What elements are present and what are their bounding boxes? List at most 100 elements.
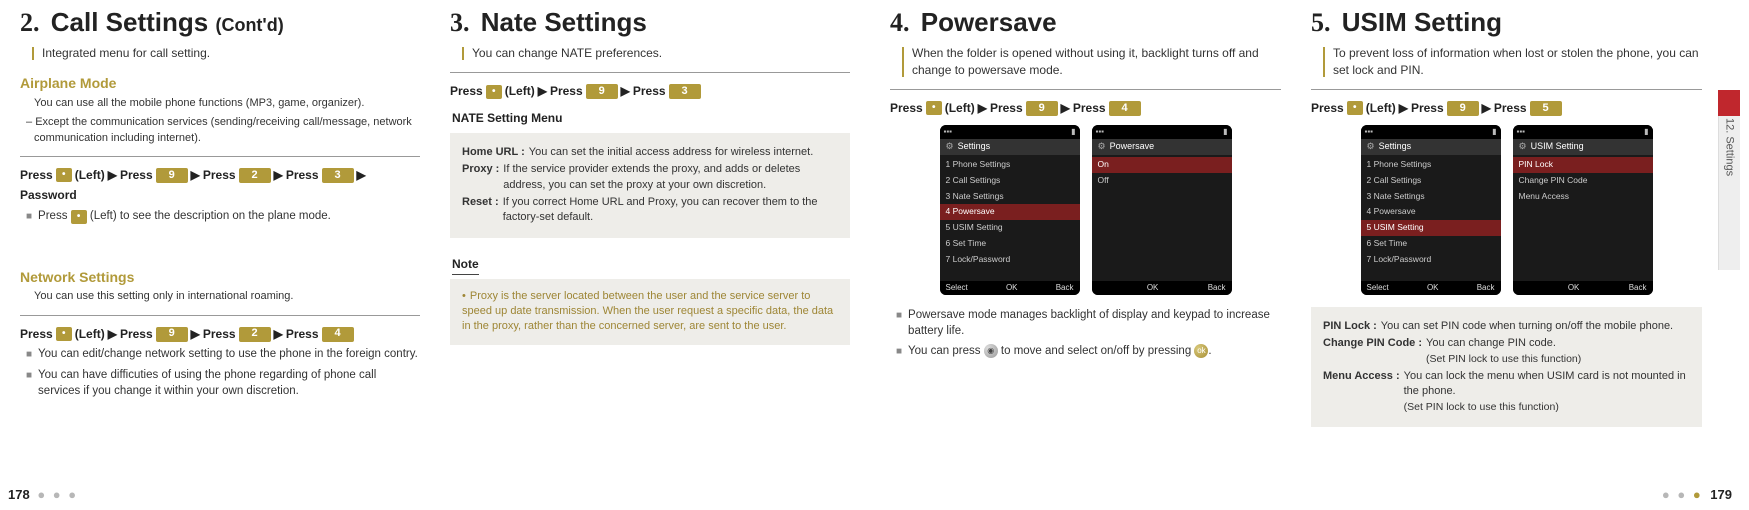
title-bar: ⚙Powersave	[1092, 139, 1232, 155]
def-proxy: Proxy : If the service provider extends …	[462, 162, 838, 193]
powersave-bullet-2: ■ You can press ◉ to move and select on/…	[896, 343, 1281, 359]
press-label: Press	[120, 326, 153, 343]
section-3-name: Nate Settings	[481, 7, 647, 37]
powersave-b1-text: Powersave mode manages backlight of disp…	[908, 307, 1281, 339]
key-2-icon: 2	[239, 168, 271, 183]
soft-right: Back	[1629, 282, 1647, 293]
battery-icon: ▮	[1071, 126, 1075, 137]
signal-icon: ▪▪▪	[1365, 126, 1374, 137]
center-key-icon: •	[56, 168, 72, 182]
arrow-icon: ▶	[191, 326, 200, 343]
section-2-intro: Integrated menu for call setting.	[42, 45, 420, 62]
soft-right: Back	[1477, 282, 1495, 293]
soft-center: OK	[1568, 282, 1580, 293]
press-label: Press	[1494, 100, 1527, 117]
key-5-icon: 5	[1530, 101, 1562, 116]
screen-title: Settings	[958, 140, 991, 153]
note-label: Note	[452, 256, 479, 275]
proxy-key: Proxy :	[462, 162, 499, 193]
press-label: Press	[20, 167, 53, 184]
network-bullet-1: ■ You can edit/change network setting to…	[26, 346, 420, 362]
section-3-num: 3.	[450, 8, 470, 37]
separator	[1311, 89, 1702, 90]
phone-menu: 1 Phone Settings2 Call Settings3 Nate Se…	[940, 155, 1080, 270]
ok-circle-icon: ok	[1194, 344, 1208, 358]
press-label: Press	[450, 83, 483, 100]
menu-item: Off	[1092, 173, 1232, 189]
title-bar: ⚙USIM Setting	[1513, 139, 1653, 155]
airplane-mode-heading: Airplane Mode	[20, 74, 420, 94]
usim-defs-box: PIN Lock : You can set PIN code when tur…	[1311, 307, 1702, 427]
title-bar: ⚙ Settings	[940, 139, 1080, 155]
left-label: (Left)	[945, 100, 975, 117]
side-tab-label: 12. Settings	[1724, 118, 1736, 176]
gear-icon: ⚙	[946, 140, 954, 153]
password-label: Password	[20, 187, 77, 204]
press-label: Press	[633, 83, 666, 100]
separator	[890, 89, 1281, 90]
section-3: 3. Nate Settings You can change NATE pre…	[450, 0, 850, 403]
section-4-name: Powersave	[921, 7, 1057, 37]
page-number-left: 178 ● ● ●	[8, 487, 82, 502]
gear-icon: ⚙	[1519, 140, 1527, 153]
page-dots-icon: ● ● ●	[1662, 487, 1703, 502]
center-key-icon: •	[926, 101, 942, 115]
separator	[20, 156, 420, 157]
press-label: Press	[20, 326, 53, 343]
key-4-icon: 4	[1109, 101, 1141, 116]
square-bullet-icon: ■	[26, 210, 32, 224]
network-desc: You can use this setting only in interna…	[34, 289, 420, 304]
network-b2-text: You can have difficuties of using the ph…	[38, 367, 420, 399]
section-4-intro: When the folder is opened without using …	[912, 45, 1281, 79]
menu-item: 3 Nate Settings	[940, 189, 1080, 205]
airplane-desc2-wrap: – Except the communication services (sen…	[34, 115, 420, 146]
key-2-icon: 2	[239, 327, 271, 342]
left-label: (Left)	[75, 326, 105, 343]
phone-menu: 1 Phone Settings2 Call Settings3 Nate Se…	[1361, 155, 1501, 270]
title-bar: ⚙Settings	[1361, 139, 1501, 155]
powersave-b2-text: You can press ◉ to move and select on/of…	[908, 343, 1212, 359]
signal-icon: ▪▪▪	[1517, 126, 1526, 137]
menu-item: 7 Lock/Password	[1361, 252, 1501, 268]
menu-item: 7 Lock/Password	[940, 252, 1080, 268]
menu-item: 5 USIM Setting	[940, 220, 1080, 236]
section-5-name: USIM Setting	[1342, 7, 1502, 37]
phone-menu: PIN LockChange PIN CodeMenu Access	[1513, 155, 1653, 207]
nav-circle-icon: ◉	[984, 344, 998, 358]
separator	[20, 315, 420, 316]
soft-key-bar: Select OK Back	[940, 281, 1080, 295]
battery-icon: ▮	[1492, 126, 1496, 137]
change-pin-val: You can change PIN code.	[1426, 337, 1556, 349]
press-label: Press	[1311, 100, 1344, 117]
change-pin-key: Change PIN Code :	[1323, 336, 1422, 367]
key-9-icon: 9	[156, 327, 188, 342]
menu-access-val-wrap: You can lock the menu when USIM card is …	[1404, 369, 1690, 415]
section-2: 2. Call Settings (Cont'd) Integrated men…	[20, 0, 420, 403]
press-label: Press	[286, 167, 319, 184]
bullet-dot-icon: •	[462, 290, 466, 302]
press-label: Press	[286, 326, 319, 343]
section-5-intro: To prevent loss of information when lost…	[1333, 45, 1702, 79]
page-number-right: ● ● ● 179	[1658, 487, 1732, 502]
phone-settings-screen: ▪▪▪ ▮ ⚙Settings 1 Phone Settings2 Call Se…	[1361, 125, 1501, 295]
section-5: 5. USIM Setting To prevent loss of infor…	[1311, 0, 1720, 433]
screen-title: Settings	[1379, 140, 1412, 153]
press-label: Press	[120, 167, 153, 184]
arrow-icon: ▶	[1399, 100, 1408, 117]
def-reset: Reset : If you correct Home URL and Prox…	[462, 195, 838, 226]
menu-access-key: Menu Access :	[1323, 369, 1400, 415]
phone-settings-screen: ▪▪▪▮ ⚙Settings 1 Phone Settings2 Call Se…	[940, 125, 1080, 295]
menu-item: Menu Access	[1513, 189, 1653, 205]
b2c: .	[1208, 345, 1211, 357]
menu-item: 2 Call Settings	[940, 173, 1080, 189]
menu-item: 2 Call Settings	[1361, 173, 1501, 189]
soft-center: OK	[1147, 282, 1159, 293]
key-3-icon: 3	[669, 84, 701, 99]
section-5-num: 5.	[1311, 8, 1331, 37]
soft-key-bar: Select OK Back	[1361, 281, 1501, 295]
section-2-title: 2. Call Settings (Cont'd)	[20, 4, 420, 41]
section-4-intro-wrap: When the folder is opened without using …	[890, 45, 1281, 79]
section-2-intro-wrap: Integrated menu for call setting.	[20, 45, 420, 62]
center-key-icon: •	[56, 327, 72, 341]
spacer	[20, 228, 420, 256]
